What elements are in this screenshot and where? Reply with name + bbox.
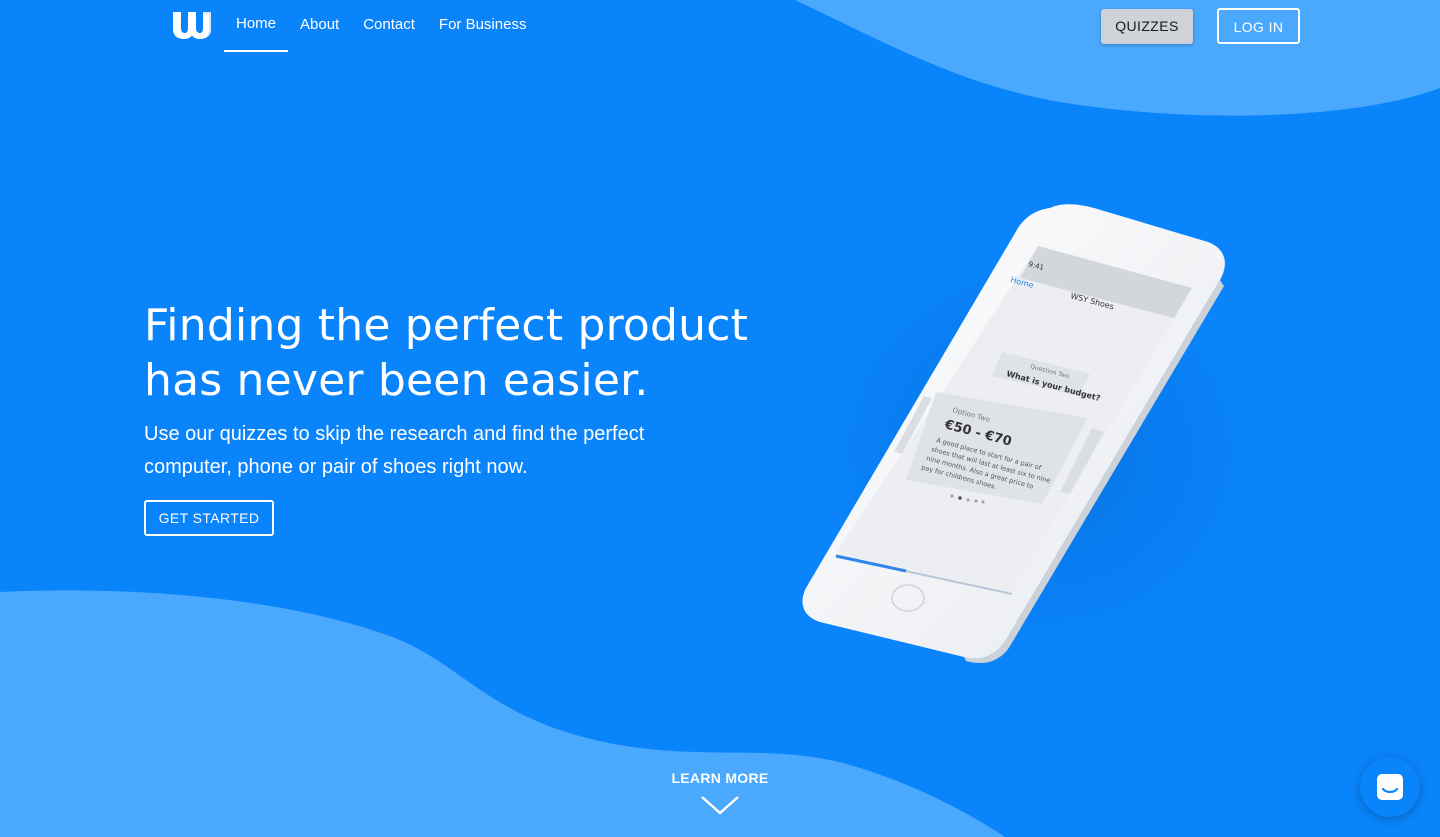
hero-title: Finding the perfect product has never be… <box>144 298 764 408</box>
login-button[interactable]: LOG IN <box>1217 8 1300 44</box>
nav-links: Home About Contact For Business <box>224 0 538 52</box>
w-logo-icon[interactable] <box>171 11 213 39</box>
hero-title-line-1: Finding the perfect product <box>144 300 749 351</box>
learn-more-link[interactable]: LEARN MORE <box>640 770 800 816</box>
nav-link-home[interactable]: Home <box>224 0 289 52</box>
nav-link-about[interactable]: About <box>288 0 351 52</box>
hero-subtitle-line-1: Use our quizzes to skip the research and… <box>144 423 645 445</box>
phone-mockup: 9:41 Home WSY Shoes Question Two What is… <box>780 190 1270 670</box>
chat-launcher-button[interactable] <box>1360 757 1420 817</box>
hero-title-line-2: has never been easier. <box>144 355 649 406</box>
chevron-down-icon[interactable] <box>700 794 740 816</box>
chat-icon <box>1377 774 1403 800</box>
top-navigation: Home About Contact For Business QUIZZES … <box>0 0 1440 52</box>
nav-link-for-business[interactable]: For Business <box>427 0 539 52</box>
learn-more-label: LEARN MORE <box>671 770 769 786</box>
get-started-button[interactable]: GET STARTED <box>144 500 274 536</box>
hero-subtitle-line-2: computer, phone or pair of shoes right n… <box>144 456 528 478</box>
phone-illustration: 9:41 Home WSY Shoes Question Two What is… <box>802 204 1270 664</box>
quizzes-button[interactable]: QUIZZES <box>1101 9 1193 44</box>
nav-link-contact[interactable]: Contact <box>351 0 427 52</box>
hero-subtitle: Use our quizzes to skip the research and… <box>144 418 724 484</box>
